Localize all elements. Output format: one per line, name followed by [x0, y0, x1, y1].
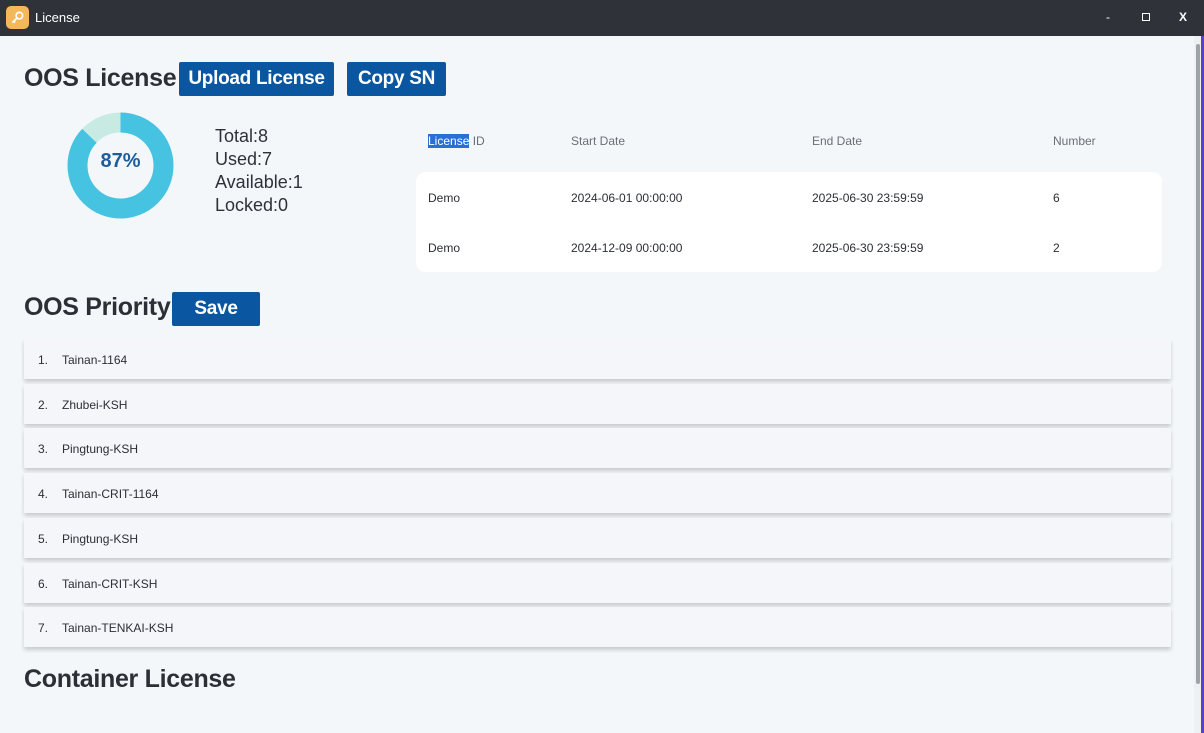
title-bar: License - X — [0, 0, 1204, 36]
column-header-number[interactable]: Number — [1053, 134, 1096, 148]
cell-start-date: 2024-12-09 00:00:00 — [571, 241, 683, 255]
cell-number: 2 — [1053, 241, 1060, 255]
priority-item[interactable]: 3. Pingtung-KSH — [24, 428, 1171, 468]
stat-total: Total:8 — [215, 126, 269, 146]
priority-number: 2. — [38, 398, 49, 412]
priority-name: Pingtung-KSH — [62, 532, 139, 546]
window-title: License — [35, 10, 80, 25]
cell-number: 6 — [1053, 191, 1060, 205]
scrollbar-thumb[interactable] — [1196, 44, 1200, 684]
priority-item[interactable]: 4. Tainan-CRIT-1164 — [24, 473, 1171, 513]
close-button[interactable]: X — [1168, 6, 1198, 28]
cell-start-date: 2024-06-01 00:00:00 — [571, 191, 683, 205]
oos-priority-heading: OOS Priority — [24, 293, 171, 321]
license-table-body — [416, 172, 1162, 272]
priority-name: Pingtung-KSH — [62, 442, 139, 456]
stat-used: Used:7 — [215, 149, 273, 169]
oos-license-heading: OOS License — [24, 64, 177, 92]
priority-number: 6. — [38, 577, 49, 591]
maximize-icon — [1142, 13, 1150, 21]
stat-locked: Locked:0 — [215, 195, 289, 215]
priority-item[interactable]: 2. Zhubei-KSH — [24, 384, 1171, 424]
cell-license-id: Demo — [428, 241, 461, 255]
priority-item[interactable]: 5. Pingtung-KSH — [24, 518, 1171, 558]
priority-item[interactable]: 7. Tainan-TENKAI-KSH — [24, 607, 1171, 647]
key-icon — [6, 6, 29, 29]
column-header-start-date[interactable]: Start Date — [571, 134, 625, 148]
priority-name: Tainan-CRIT-1164 — [62, 487, 159, 501]
priority-number: 7. — [38, 621, 49, 635]
column-header-end-date[interactable]: End Date — [812, 134, 862, 148]
save-button[interactable]: Save — [172, 292, 260, 326]
cell-end-date: 2025-06-30 23:59:59 — [812, 241, 924, 255]
priority-name: Tainan-CRIT-KSH — [62, 577, 158, 591]
stat-available: Available:1 — [215, 172, 303, 192]
container-license-heading: Container License — [24, 665, 236, 693]
upload-license-button[interactable]: Upload License — [179, 62, 334, 96]
cell-license-id: Demo — [428, 191, 461, 205]
priority-number: 1. — [38, 353, 49, 367]
minimize-button[interactable]: - — [1093, 6, 1123, 28]
priority-name: Tainan-1164 — [62, 353, 128, 367]
priority-number: 3. — [38, 442, 49, 456]
usage-percent: 87% — [100, 150, 141, 172]
priority-name: Tainan-TENKAI-KSH — [62, 621, 174, 635]
priority-name: Zhubei-KSH — [62, 398, 128, 412]
priority-item[interactable]: 1. Tainan-1164 — [24, 339, 1171, 379]
license-stats: Total:8 Used:7 Available:1 Locked:0 — [215, 125, 303, 217]
selected-text: License — [428, 134, 470, 148]
column-header-license-id[interactable]: License ID — [428, 134, 485, 148]
priority-item[interactable]: 6. Tainan-CRIT-KSH — [24, 563, 1171, 603]
copy-sn-button[interactable]: Copy SN — [347, 62, 446, 96]
priority-number: 5. — [38, 532, 49, 546]
cell-end-date: 2025-06-30 23:59:59 — [812, 191, 924, 205]
maximize-button[interactable] — [1131, 6, 1161, 28]
priority-number: 4. — [38, 487, 49, 501]
